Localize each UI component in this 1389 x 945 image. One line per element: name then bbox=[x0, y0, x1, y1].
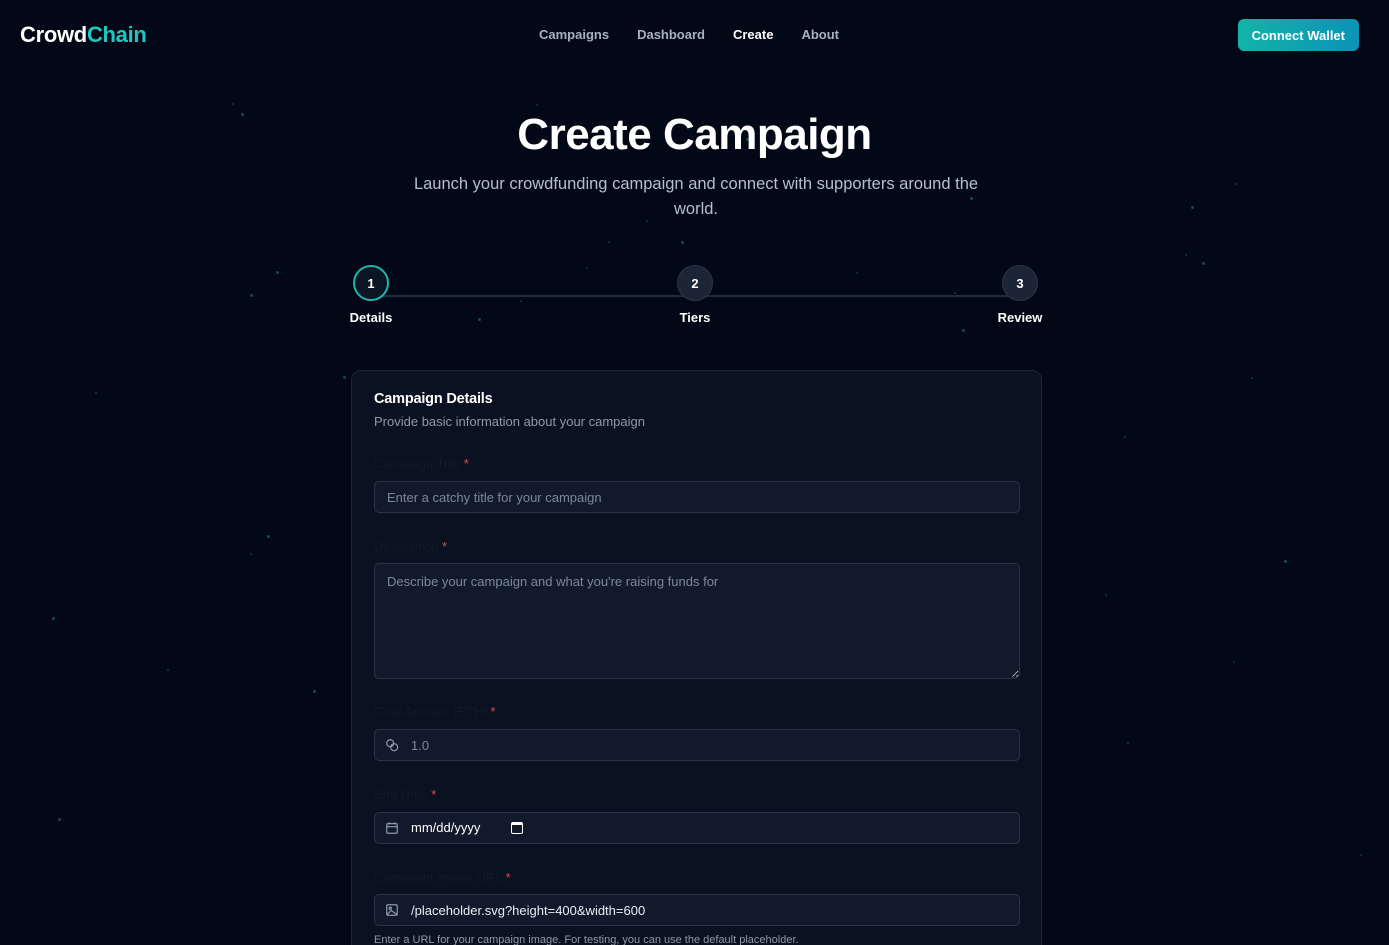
required-mark: * bbox=[505, 870, 511, 885]
nav-link-campaigns[interactable]: Campaigns bbox=[539, 27, 609, 42]
logo-text-chain: Chain bbox=[86, 22, 147, 47]
calendar-icon bbox=[385, 821, 399, 835]
label-text: Campaign Title bbox=[374, 456, 461, 471]
page-title: Create Campaign bbox=[517, 110, 872, 159]
campaign-title-input[interactable] bbox=[374, 481, 1020, 513]
logo-text-crowd: Crowd bbox=[20, 22, 87, 47]
campaign-title-label: Campaign Title * bbox=[374, 456, 469, 471]
step-number: 3 bbox=[1002, 265, 1038, 301]
image-url-helper: Enter a URL for your campaign image. For… bbox=[374, 934, 799, 945]
label-text: Campaign Image URL bbox=[374, 870, 503, 885]
campaign-details-card: Campaign Details Provide basic informati… bbox=[351, 370, 1042, 945]
end-date-value: mm/dd/yyyy bbox=[411, 820, 481, 835]
image-url-label: Campaign Image URL * bbox=[374, 870, 511, 885]
connect-wallet-button[interactable]: Connect Wallet bbox=[1237, 19, 1359, 51]
required-mark: * bbox=[442, 539, 448, 554]
goal-amount-label: Goal Amount (ETH) * bbox=[374, 704, 496, 719]
label-text: End Date bbox=[374, 787, 429, 802]
step-label: Review bbox=[997, 310, 1043, 325]
step-number: 2 bbox=[677, 265, 713, 301]
nav-link-create[interactable]: Create bbox=[733, 27, 773, 42]
description-label: Description * bbox=[374, 539, 447, 554]
step-label: Tiers bbox=[679, 310, 711, 325]
label-text: Goal Amount (ETH) bbox=[374, 704, 488, 719]
required-mark: * bbox=[463, 456, 469, 471]
page: CrowdChain Campaigns Dashboard Create Ab… bbox=[0, 0, 1389, 945]
step-details[interactable]: 1 Details bbox=[341, 265, 401, 325]
step-review[interactable]: 3 Review bbox=[990, 265, 1050, 325]
image-url-input[interactable] bbox=[374, 894, 1020, 926]
date-picker-icon[interactable] bbox=[511, 822, 523, 834]
logo[interactable]: CrowdChain bbox=[20, 22, 147, 48]
required-mark: * bbox=[490, 704, 496, 719]
step-number: 1 bbox=[353, 265, 389, 301]
nav-links: Campaigns Dashboard Create About bbox=[539, 27, 867, 42]
progress-stepper: 1 Details 2 Tiers 3 Review bbox=[350, 265, 1042, 329]
nav-link-about[interactable]: About bbox=[801, 27, 839, 42]
nav-link-dashboard[interactable]: Dashboard bbox=[637, 27, 705, 42]
card-subtitle: Provide basic information about your cam… bbox=[374, 414, 645, 429]
goal-amount-input[interactable] bbox=[374, 729, 1020, 761]
coins-icon bbox=[385, 738, 399, 752]
description-textarea[interactable] bbox=[374, 563, 1020, 679]
required-mark: * bbox=[431, 787, 437, 802]
image-icon bbox=[385, 903, 399, 917]
label-text: Description bbox=[374, 539, 440, 554]
top-navbar: CrowdChain Campaigns Dashboard Create Ab… bbox=[0, 0, 1389, 70]
step-tiers[interactable]: 2 Tiers bbox=[665, 265, 725, 325]
page-subtitle: Launch your crowdfunding campaign and co… bbox=[413, 175, 979, 218]
card-title: Campaign Details bbox=[374, 391, 493, 407]
end-date-label: End Date * bbox=[374, 787, 436, 802]
step-label: Details bbox=[349, 310, 393, 325]
